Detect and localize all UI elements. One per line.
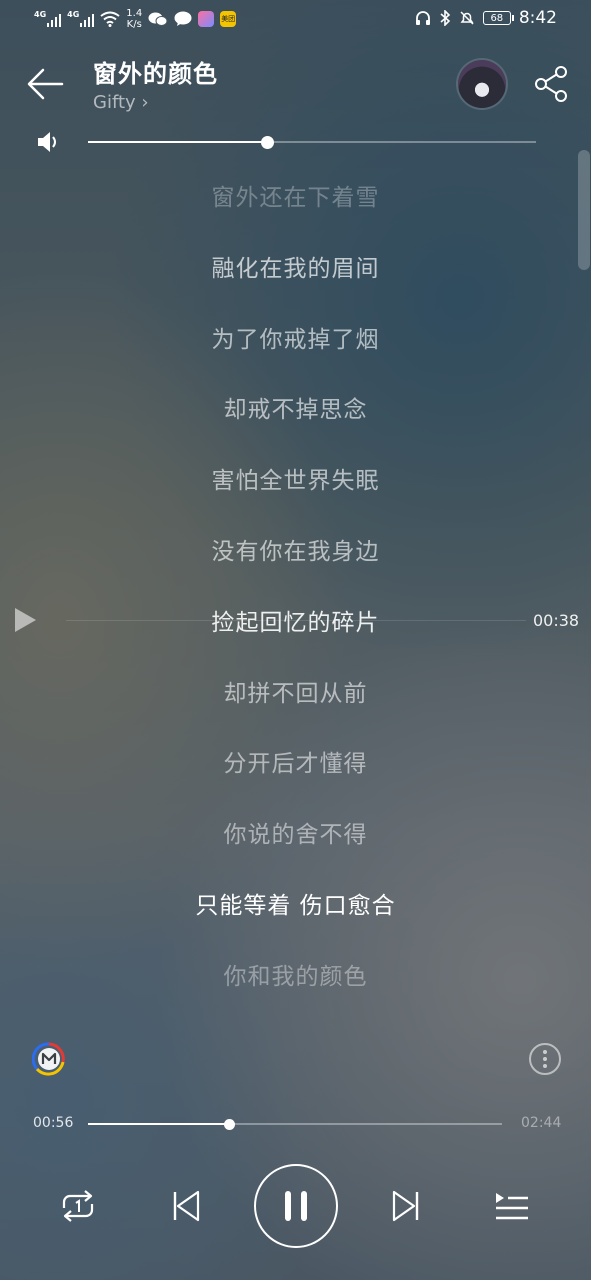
lyric-line[interactable]: 害怕全世界失眠 [0, 461, 591, 495]
progress-knob[interactable] [223, 1118, 235, 1130]
more-icon [529, 1043, 561, 1075]
pause-icon [285, 1191, 307, 1221]
volume-knob[interactable] [260, 135, 274, 149]
artist-name: Gifty [93, 92, 136, 113]
cellular-signal-2: 4G [67, 10, 95, 27]
lyric-line[interactable]: 分开后才懂得 [0, 744, 591, 778]
chevron-right-icon: › [141, 92, 149, 113]
volume-fill [88, 141, 268, 143]
lyric-line[interactable]: 窗外还在下着雪 [0, 178, 591, 212]
progress-track [88, 1118, 502, 1130]
progress-fill [88, 1123, 230, 1125]
song-title: 窗外的颜色 [93, 60, 218, 88]
previous-button[interactable] [160, 1180, 212, 1232]
mute-bell-icon [460, 11, 474, 25]
signal-icon [47, 11, 62, 27]
skip-previous-icon [173, 1190, 200, 1222]
playlist-button[interactable] [486, 1180, 538, 1232]
artist-link[interactable]: Gifty › [93, 92, 149, 113]
time-elapsed: 00:56 [33, 1115, 74, 1131]
time-total: 02:44 [521, 1115, 562, 1131]
lyric-seek-line [66, 620, 526, 621]
album-avatar[interactable] [458, 60, 506, 108]
status-bar: 4G 4G 1.4 K/s 美团 68 8:42 [0, 0, 591, 40]
wifi-icon [100, 11, 120, 27]
cellular-signal-1: 4G [34, 10, 62, 27]
next-button[interactable] [380, 1180, 432, 1232]
battery-icon: 68 [482, 11, 514, 25]
lyric-line[interactable]: 你和我的颜色 [0, 957, 591, 991]
headphones-icon [415, 11, 430, 25]
m-logo-button[interactable] [31, 1042, 66, 1076]
m-logo-icon [31, 1042, 65, 1076]
play-icon [15, 608, 36, 632]
lyric-line[interactable]: 却戒不掉思念 [0, 390, 591, 424]
lyric-line[interactable]: 你说的舍不得 [0, 815, 591, 849]
back-button[interactable] [24, 62, 68, 106]
volume-slider[interactable] [88, 135, 536, 149]
speaker-icon [38, 132, 56, 152]
bluetooth-icon [440, 10, 450, 26]
message-icon [174, 11, 192, 26]
wechat-icon [148, 12, 168, 26]
pause-button[interactable] [254, 1164, 338, 1248]
progress-slider[interactable] [88, 1118, 502, 1130]
lyric-line[interactable]: 融化在我的眉间 [0, 249, 591, 283]
lyric-line[interactable]: 没有你在我身边 [0, 532, 591, 566]
lyric-line[interactable]: 为了你戒掉了烟 [0, 320, 591, 354]
repeat-one-icon [62, 1190, 94, 1222]
lyric-line[interactable]: 只能等着 伤口愈合 [0, 886, 591, 920]
arrow-left-icon [27, 68, 64, 100]
meituan-icon: 美团 [220, 11, 237, 27]
signal-icon [80, 11, 95, 27]
network-type-1: 4G [34, 10, 47, 19]
seek-time: 00:38 [533, 611, 580, 630]
volume-button[interactable] [34, 128, 62, 156]
more-button[interactable] [528, 1042, 562, 1076]
skip-next-icon [392, 1190, 419, 1222]
network-type-2: 4G [67, 10, 80, 19]
playlist-icon [496, 1193, 528, 1220]
network-speed: 1.4 K/s [126, 8, 143, 30]
seek-play-button[interactable] [12, 606, 38, 634]
clock: 8:42 [518, 8, 557, 28]
repeat-button[interactable] [52, 1180, 104, 1232]
app-notification-icon [198, 11, 215, 27]
share-icon [535, 66, 567, 102]
share-button[interactable] [530, 62, 574, 106]
lyric-line[interactable]: 却拼不回从前 [0, 674, 591, 708]
